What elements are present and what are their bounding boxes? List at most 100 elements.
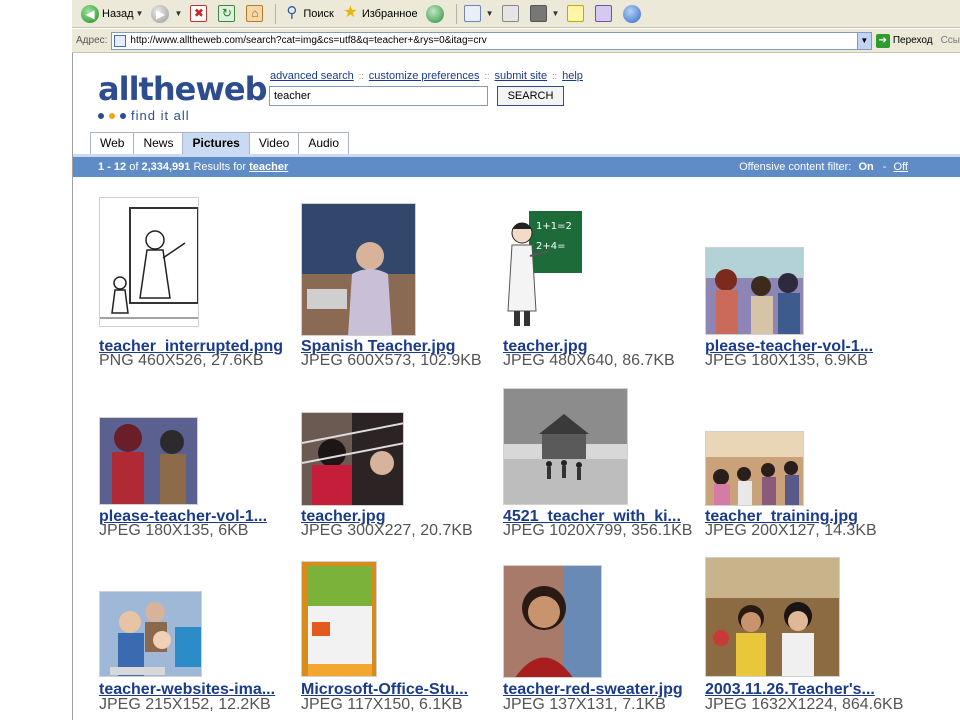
go-button[interactable]: ➔ Переход	[875, 33, 933, 48]
result-thumbnail[interactable]	[301, 561, 377, 677]
url-input[interactable]: http://www.alltheweb.com/search?cat=img&…	[111, 31, 872, 50]
chevron-down-icon[interactable]: ▼	[174, 9, 182, 18]
result-thumbnail[interactable]	[99, 417, 198, 505]
link-separator: ::	[484, 71, 490, 81]
links-label[interactable]: Ссы	[941, 35, 960, 46]
research-button[interactable]	[592, 3, 618, 25]
result-thumbnail[interactable]	[705, 431, 804, 506]
note-icon	[567, 5, 585, 22]
mail-icon	[463, 5, 481, 22]
logo-text: alltheweb	[98, 70, 267, 108]
stop-icon: ✖	[190, 5, 208, 22]
tab-news[interactable]: News	[133, 132, 184, 154]
home-icon: ⌂	[246, 5, 264, 22]
cartoon-teacher-image	[100, 199, 198, 326]
result-meta: JPEG 137X131, 7.1KB	[503, 696, 666, 713]
category-tabs: Web News Pictures Video Audio	[90, 132, 350, 154]
result-meta: JPEG 117X150, 6.1KB	[301, 696, 463, 713]
result-thumbnail[interactable]	[503, 565, 602, 678]
result-meta: JPEG 1020X799, 356.1KB	[503, 522, 693, 539]
chevron-down-icon[interactable]: ▼	[486, 9, 494, 18]
site-logo[interactable]: alltheweb find it all	[98, 70, 267, 123]
url-text: http://www.alltheweb.com/search?cat=img&…	[130, 35, 487, 46]
refresh-icon: ↻	[218, 5, 236, 22]
advanced-search-link[interactable]: advanced search	[270, 70, 354, 82]
svg-text:2+4=: 2+4=	[536, 241, 565, 252]
teacher-photo-image	[302, 204, 415, 335]
submit-site-link[interactable]: submit site	[494, 70, 547, 82]
result-thumbnail[interactable]	[705, 247, 804, 335]
filter-label: Offensive content filter:	[739, 161, 852, 173]
print-button[interactable]	[499, 3, 525, 25]
result-thumbnail[interactable]	[301, 203, 416, 336]
of-text: of	[129, 161, 139, 173]
chevron-down-icon[interactable]: ▼	[136, 9, 144, 18]
teacher-portrait-image	[504, 566, 601, 677]
favorites-label: Избранное	[361, 7, 418, 20]
result-thumbnail[interactable]	[503, 388, 628, 505]
media-button[interactable]	[423, 3, 450, 25]
chevron-down-icon[interactable]: ▼	[856, 32, 871, 49]
search-label: Поиск	[303, 7, 334, 20]
help-link[interactable]: help	[562, 70, 583, 82]
filter-off-link[interactable]: Off	[894, 161, 908, 173]
link-separator: ::	[358, 71, 364, 81]
svg-text:1+1=2: 1+1=2	[536, 221, 572, 232]
training-photo-image	[706, 432, 803, 505]
link-separator: ::	[552, 71, 558, 81]
address-bar: Адрес: http://www.alltheweb.com/search?c…	[72, 29, 960, 53]
page-icon	[114, 34, 127, 47]
messenger-icon	[623, 4, 642, 23]
logo-tagline: find it all	[98, 108, 266, 123]
anime-teacher-image: 1+1=2 2+4=	[507, 211, 582, 326]
chevron-down-icon[interactable]: ▼	[552, 9, 560, 18]
search-button[interactable]: ⚲ Поиск	[280, 3, 336, 25]
tab-pictures[interactable]: Pictures	[182, 132, 250, 154]
stop-button[interactable]: ✖	[187, 3, 213, 25]
back-arrow-icon: ◀	[81, 4, 99, 23]
edit-button[interactable]: ▼	[527, 3, 563, 25]
favorites-button[interactable]: ★ Избранное	[339, 3, 421, 25]
query-link[interactable]: teacher	[249, 161, 288, 173]
tagline-text: find it all	[131, 108, 190, 123]
back-button[interactable]: ◀ Назад ▼	[78, 3, 146, 25]
messenger-button[interactable]	[620, 3, 647, 25]
forward-arrow-icon: ▶	[151, 4, 170, 23]
computer-class-image	[100, 592, 201, 676]
back-label: Назад	[102, 7, 134, 20]
refresh-button[interactable]: ↻	[215, 3, 241, 25]
tab-web[interactable]: Web	[90, 132, 135, 154]
toolbar-divider	[455, 3, 457, 24]
result-range: 1 - 12	[98, 161, 127, 173]
result-thumbnail[interactable]	[301, 412, 404, 506]
home-button[interactable]: ⌂	[243, 3, 269, 25]
anime-classroom-image	[706, 248, 803, 334]
logo-dot	[98, 112, 104, 119]
content-filter: Offensive content filter: On - Off	[739, 161, 908, 173]
tab-audio[interactable]: Audio	[298, 132, 350, 154]
magnifier-icon: ⚲	[286, 4, 298, 21]
left-margin	[0, 0, 72, 720]
forward-button[interactable]: ▶ ▼	[148, 3, 185, 25]
go-arrow-icon: ➔	[875, 33, 890, 48]
customize-preferences-link[interactable]: customize preferences	[369, 70, 480, 82]
result-meta: JPEG 600X573, 102.9KB	[301, 352, 482, 369]
notes-button[interactable]	[564, 3, 590, 25]
edit-icon	[529, 5, 547, 22]
result-thumbnail[interactable]	[99, 197, 199, 327]
teachers-photo-image	[706, 558, 839, 676]
result-meta: JPEG 180X135, 6KB	[99, 522, 249, 539]
teacher-photo-image	[302, 413, 403, 505]
browser-toolbar: ◀ Назад ▼ ▶ ▼ ✖ ↻ ⌂ ⚲ Поиск ★ Избранное …	[72, 0, 960, 28]
tab-video[interactable]: Video	[248, 132, 300, 154]
search-submit-button[interactable]: SEARCH	[497, 86, 564, 106]
result-thumbnail[interactable]	[705, 557, 840, 677]
filter-on: On	[858, 161, 874, 173]
result-thumbnail[interactable]	[99, 591, 202, 677]
mail-button[interactable]: ▼	[461, 3, 497, 25]
filter-dash: -	[882, 161, 887, 173]
logo-dot	[120, 112, 126, 119]
search-input[interactable]: teacher	[269, 86, 488, 106]
result-thumbnail[interactable]: 1+1=2 2+4=	[503, 210, 583, 327]
result-meta: JPEG 180X135, 6.9KB	[705, 352, 868, 369]
